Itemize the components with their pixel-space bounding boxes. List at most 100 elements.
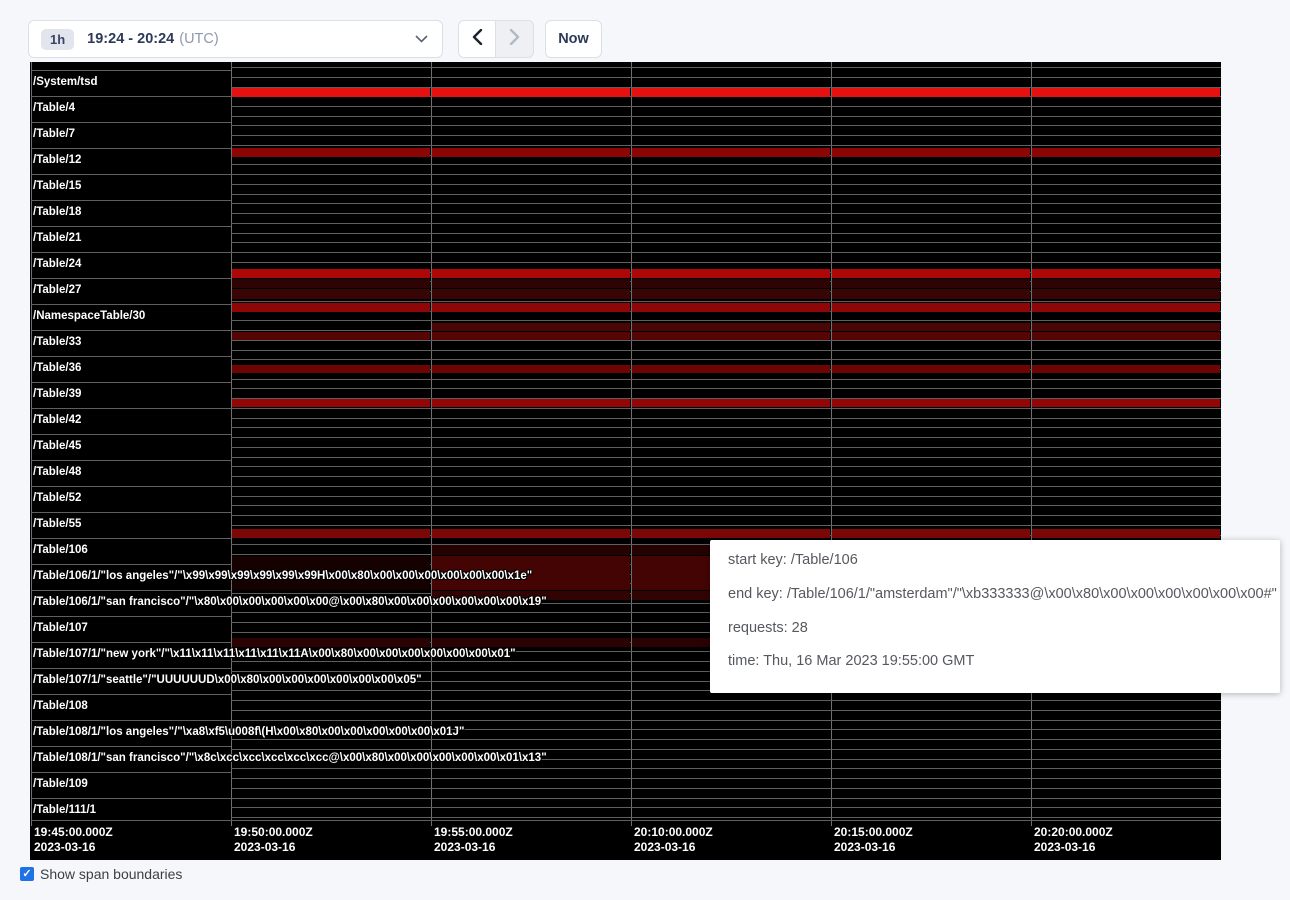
row-label: /Table/33: [33, 336, 81, 348]
heat-band: [1032, 323, 1220, 331]
span-boundary-line: [31, 226, 231, 227]
span-boundary-line: [31, 278, 231, 279]
span-boundary-line: [231, 476, 1221, 477]
time-range-text: 19:24 - 20:24: [87, 31, 174, 47]
heat-band: [832, 529, 1030, 538]
heat-band: [432, 148, 630, 157]
heat-band: [432, 638, 630, 647]
span-boundary-line: [31, 642, 231, 643]
span-boundary-line: [231, 496, 1221, 497]
heat-band: [432, 545, 630, 555]
span-boundary-line: [231, 505, 1221, 506]
span-boundary-line: [231, 466, 1221, 467]
heat-band: [232, 399, 430, 407]
row-label: /Table/111/1: [33, 804, 96, 816]
heat-band: [832, 88, 1030, 97]
span-boundary-line: [31, 252, 231, 253]
span-boundary-line: [231, 388, 1221, 389]
span-boundary-line: [231, 194, 1221, 195]
heat-band: [432, 279, 630, 288]
grid-vline: [231, 62, 232, 826]
span-boundary-line: [31, 70, 231, 71]
heat-band: [432, 303, 630, 312]
span-boundary-line: [231, 515, 1221, 516]
heat-band: [632, 323, 830, 331]
span-boundary-line: [31, 720, 231, 721]
heat-band: [432, 399, 630, 407]
now-button-label: Now: [558, 31, 589, 47]
heat-band: [632, 303, 830, 312]
heat-band: [1032, 88, 1220, 97]
heat-band: [232, 289, 430, 299]
span-boundary-line: [231, 223, 1221, 224]
span-boundary-line: [31, 798, 231, 799]
axis-tick-time: 19:55:00.000Z: [434, 825, 513, 839]
span-boundary-line: [231, 242, 1221, 243]
time-range-select[interactable]: 1h 19:24 - 20:24 (UTC): [28, 20, 443, 58]
axis-tick-date: 2023-03-16: [434, 840, 495, 854]
axis-tick-date: 2023-03-16: [234, 840, 295, 854]
row-label: /Table/42: [33, 414, 81, 426]
heat-band: [632, 88, 830, 97]
span-boundary-line: [231, 184, 1221, 185]
span-boundary-line: [231, 749, 1221, 750]
axis-tick-time: 20:20:00.000Z: [1034, 825, 1113, 839]
heat-band: [232, 88, 430, 97]
show-span-boundaries-checkbox[interactable]: ✓: [20, 867, 34, 881]
previous-interval-button[interactable]: [458, 20, 496, 58]
span-boundary-line: [231, 125, 1221, 126]
show-span-boundaries-label: Show span boundaries: [40, 866, 182, 882]
span-boundary-line: [31, 408, 231, 409]
heat-band: [232, 279, 430, 288]
heat-band: [432, 289, 630, 299]
axis-tick-date: 2023-03-16: [634, 840, 695, 854]
axis-tick-date: 2023-03-16: [34, 840, 95, 854]
heat-band: [832, 303, 1030, 312]
span-boundary-line: [231, 437, 1221, 438]
span-boundary-line: [31, 382, 231, 383]
span-boundary-line: [31, 564, 231, 565]
row-label: /Table/39: [33, 388, 81, 400]
row-label: /Table/24: [33, 258, 81, 270]
time-preset-badge: 1h: [41, 29, 74, 50]
row-label: /Table/55: [33, 518, 81, 530]
span-boundary-line: [231, 262, 1221, 263]
span-boundary-line: [231, 457, 1221, 458]
row-label: /Table/21: [33, 232, 81, 244]
row-label: /Table/45: [33, 440, 81, 452]
span-boundary-line: [31, 486, 231, 487]
axis-tick-time: 20:10:00.000Z: [634, 825, 713, 839]
heat-band: [632, 279, 830, 288]
axis-tick-time: 19:50:00.000Z: [234, 825, 313, 839]
span-boundary-line: [231, 252, 1221, 253]
row-label: /Table/108: [33, 700, 88, 712]
heat-band: [832, 332, 1030, 340]
span-boundary-line: [231, 817, 1221, 818]
axis-separator-line: [31, 820, 1221, 821]
heat-band: [232, 332, 430, 340]
heat-band: [1032, 279, 1220, 288]
span-boundary-line: [231, 788, 1221, 789]
next-interval-button[interactable]: [496, 20, 534, 58]
heat-band: [632, 148, 830, 157]
heat-band: [232, 638, 430, 647]
timezone-text: (UTC): [179, 31, 218, 47]
heat-band: [232, 148, 430, 157]
heat-band: [632, 289, 830, 299]
heat-band: [1032, 148, 1220, 157]
span-boundary-line: [31, 512, 231, 513]
heat-band: [832, 289, 1030, 299]
span-boundary-line: [231, 720, 1221, 721]
span-boundary-line: [31, 96, 231, 97]
span-boundary-line: [31, 772, 231, 773]
row-label: /Table/18: [33, 206, 81, 218]
span-boundary-line: [231, 320, 1221, 321]
span-boundary-line: [231, 203, 1221, 204]
span-boundary-line: [31, 304, 231, 305]
heat-band: [632, 365, 830, 373]
span-boundary-line: [231, 778, 1221, 779]
now-button[interactable]: Now: [545, 20, 602, 58]
heat-band: [432, 365, 630, 373]
heat-band: [1032, 399, 1220, 407]
key-visualizer-heatmap[interactable]: /System/tsd/Table/4/Table/7/Table/12/Tab…: [30, 62, 1221, 860]
